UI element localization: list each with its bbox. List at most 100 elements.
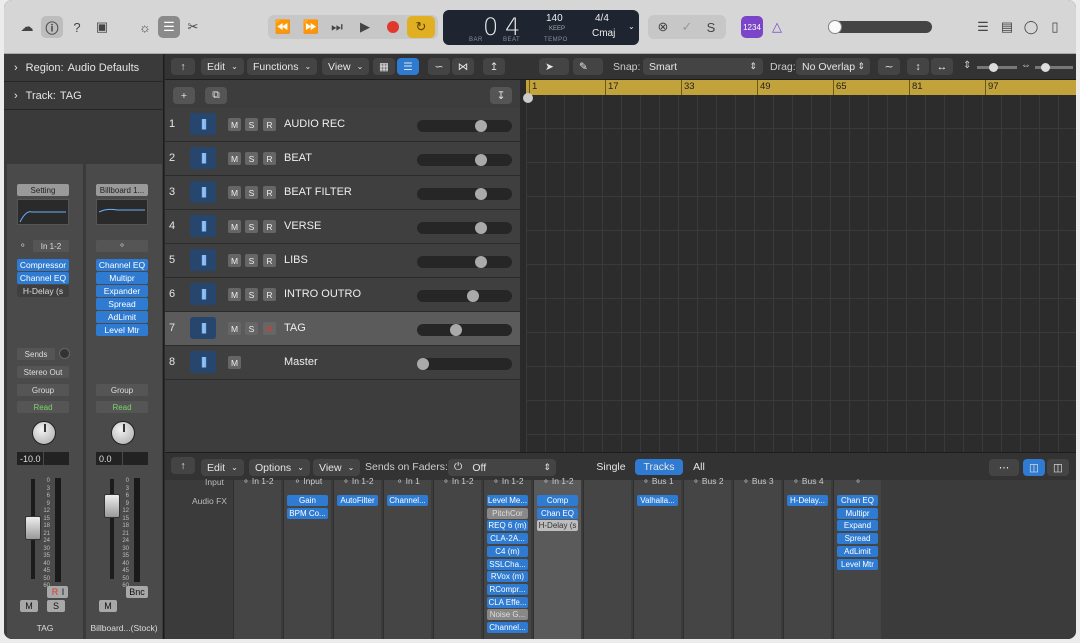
track-row[interactable]: 6 ||||| M S R INTRO OUTRO <box>165 278 520 312</box>
narrow-strips-icon[interactable]: ◫ <box>1023 459 1045 476</box>
track-volume-knob[interactable] <box>475 188 488 200</box>
track-volume-knob[interactable] <box>475 154 488 166</box>
track-row[interactable]: 3 ||||| M S R BEAT FILTER <box>165 176 520 210</box>
track-volume-knob[interactable] <box>466 290 479 302</box>
track-solo-button[interactable]: S <box>245 186 258 199</box>
mixer-input-slot[interactable]: ⚬ In 1-2 <box>534 476 582 487</box>
up-arrow-icon[interactable]: ↑ <box>171 457 195 474</box>
solo-mode-icon[interactable]: S <box>700 16 722 38</box>
eq-display[interactable] <box>17 199 69 225</box>
track-solo-button[interactable]: S <box>245 220 258 233</box>
note-pad-icon[interactable]: ▤ <box>996 16 1018 38</box>
toolbar-icon[interactable]: ▣ <box>91 16 113 38</box>
track-mute-button[interactable]: M <box>228 152 241 165</box>
track-name[interactable]: INTRO OUTRO <box>284 288 361 300</box>
add-track-icon[interactable]: + <box>173 87 195 104</box>
track-volume-slider[interactable] <box>417 324 512 336</box>
track-record-button[interactable]: R <box>263 254 276 267</box>
eq-display[interactable] <box>96 199 148 225</box>
vertical-zoom-knob[interactable] <box>989 63 998 72</box>
track-row[interactable]: 8 ||||| M Master <box>165 346 520 380</box>
track-row[interactable]: 1 ||||| M S R AUDIO REC <box>165 108 520 142</box>
mixer-channel-strip[interactable]: ⚬ In 1-2 <box>233 476 281 639</box>
fit-horizontal-icon[interactable]: ↔ <box>931 58 953 75</box>
pencil-tool-icon[interactable]: ✎ <box>573 58 603 75</box>
mixer-plugin-slot[interactable]: CLA-2A... <box>487 533 528 545</box>
mixer-channel-strip[interactable]: ⚬ Bus 1 Valhalla... <box>633 476 681 639</box>
mixer-channel-strip[interactable]: ⚬ In 1-2 AutoFilter <box>333 476 381 639</box>
track-solo-button[interactable]: S <box>245 152 258 165</box>
list-view-icon[interactable]: ☰ <box>397 58 419 75</box>
mute-button[interactable]: M <box>20 600 38 612</box>
volume-value[interactable]: 0.0 <box>96 452 122 465</box>
mixer-plugin-slot[interactable]: Chan EQ <box>837 495 878 506</box>
setting-button[interactable]: Setting <box>17 184 69 196</box>
mixer-plugin-slot[interactable]: RVox (m) <box>487 571 528 583</box>
group-slot[interactable]: Group <box>96 384 148 396</box>
plugin-slot-1[interactable]: Channel EQ <box>96 259 148 271</box>
plugin-slot-3[interactable]: Expander <box>96 285 148 297</box>
volume-fader-cap[interactable] <box>104 494 120 518</box>
track-row[interactable]: 5 ||||| M S R LIBS <box>165 244 520 278</box>
mixer-channel-strip[interactable] <box>583 480 631 639</box>
up-arrow-icon[interactable]: ↑ <box>171 58 195 75</box>
mixer-plugin-slot[interactable]: Level Mtr <box>837 558 878 570</box>
tracks-view-tab[interactable]: Tracks <box>635 459 683 475</box>
mixer-plugin-slot[interactable]: REQ 6 (m) <box>487 520 528 532</box>
functions-menu[interactable]: Functions ⌄ <box>247 58 318 75</box>
mixer-plugin-slot[interactable]: Expand <box>837 520 878 532</box>
fit-vertical-icon[interactable]: ↕ <box>907 58 929 75</box>
horizontal-zoom-knob[interactable] <box>1041 63 1050 72</box>
lcd-display[interactable]: 0 4 BAR BEAT 140 KEEP TEMPO 4/4 Cmaj ⌄ <box>443 10 639 45</box>
track-mute-button[interactable]: M <box>228 118 241 131</box>
track-mute-button[interactable]: M <box>228 322 241 335</box>
mixer-plugin-slot[interactable]: AutoFilter <box>337 495 378 506</box>
group-slot[interactable]: Group <box>17 384 69 396</box>
wide-strips-icon[interactable]: ◫ <box>1047 459 1069 476</box>
plugin-slot-1[interactable]: Compressor <box>17 259 69 271</box>
track-solo-button[interactable]: S <box>245 118 258 131</box>
mixer-channel-strip[interactable]: ⚬ In 1 Channel... <box>383 476 431 639</box>
all-view-tab[interactable]: All <box>685 459 713 475</box>
mixer-edit-menu[interactable]: Edit ⌄ <box>201 459 244 476</box>
global-tracks-icon[interactable]: ↧ <box>490 87 512 104</box>
track-volume-slider[interactable] <box>417 154 512 166</box>
mixer-input-slot[interactable]: ⚬ Bus 4 <box>784 476 832 487</box>
mixer-plugin-slot[interactable]: RCompr... <box>487 583 528 595</box>
mixer-plugin-slot[interactable]: Channel... <box>387 495 428 506</box>
edit-menu[interactable]: Edit ⌄ <box>201 58 244 75</box>
mixer-channel-strip[interactable]: ⚬ In 1-2 <box>433 476 481 639</box>
track-mute-button[interactable]: M <box>228 356 241 369</box>
track-volume-slider[interactable] <box>417 120 512 132</box>
master-volume-knob[interactable] <box>828 20 842 34</box>
lcd-dropdown-chevron-icon[interactable]: ⌄ <box>628 22 635 31</box>
more-options-icon[interactable]: ⋯ <box>989 459 1019 476</box>
automation-icon[interactable]: ∽ <box>428 58 450 75</box>
track-name[interactable]: BEAT FILTER <box>284 186 352 198</box>
track-name[interactable]: BEAT <box>284 152 312 164</box>
mixer-plugin-slot[interactable]: AdLimit <box>837 545 878 557</box>
automation-mode[interactable]: Read <box>96 401 148 413</box>
count-in-button[interactable]: 1234 <box>741 16 763 38</box>
quick-help-icon[interactable]: ? <box>66 16 88 38</box>
track-row[interactable]: 4 ||||| M S R VERSE <box>165 210 520 244</box>
loop-browser-icon[interactable]: ◯ <box>1020 16 1042 38</box>
plugin-slot-2[interactable]: Channel EQ <box>17 272 69 284</box>
track-solo-button[interactable]: S <box>245 254 258 267</box>
master-volume-slider[interactable] <box>828 20 932 34</box>
horizontal-zoom-slider[interactable] <box>1035 63 1073 72</box>
send-knob-icon[interactable] <box>59 348 70 359</box>
record-button[interactable] <box>382 16 404 38</box>
track-record-button[interactable]: R <box>263 288 276 301</box>
plugin-slot-2[interactable]: Multipr <box>96 272 148 284</box>
mixer-input-slot[interactable]: ⚬ Bus 3 <box>734 476 782 487</box>
drag-select[interactable]: No Overlap ⇕ <box>796 58 870 75</box>
rewind-icon[interactable]: ⏪ <box>272 16 294 38</box>
replace-icon[interactable]: ⊗ <box>652 16 674 38</box>
plugin-slot-4[interactable]: Spread <box>96 298 148 310</box>
link-icon[interactable]: ⚬ <box>96 240 148 252</box>
mixer-channel-strip[interactable]: ⚬ Bus 4 H-Delay... <box>783 476 831 639</box>
pan-knob[interactable] <box>32 421 56 445</box>
catch-playhead-icon[interactable]: ↥ <box>483 58 505 75</box>
cycle-icon[interactable]: ↻ <box>407 16 435 38</box>
